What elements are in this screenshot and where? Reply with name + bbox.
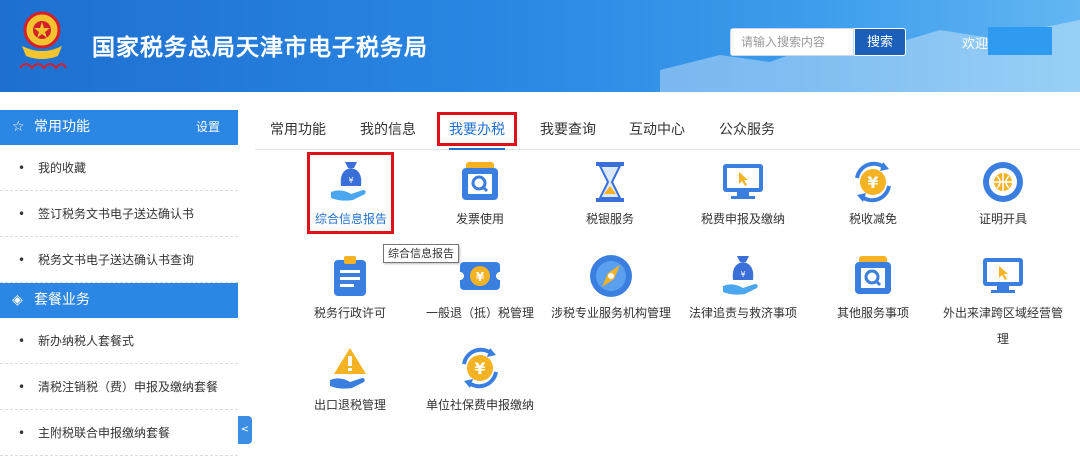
tax-emblem-logo xyxy=(19,11,67,70)
sidebar-item-label: 新办纳税人套餐式 xyxy=(38,334,135,348)
settings-link[interactable]: 设置 xyxy=(196,110,220,145)
bullet-icon: • xyxy=(18,380,26,394)
sidebar-item-confirmation-query[interactable]: • 税务文书电子送达确认书查询 xyxy=(0,237,238,283)
username-redaction xyxy=(988,27,1052,55)
active-tab-highlight xyxy=(437,112,517,146)
yuan-ticket-icon xyxy=(456,252,504,300)
sidebar-section-title: 常用功能 xyxy=(34,119,90,135)
bullet-icon: • xyxy=(18,334,26,348)
bullet-icon: • xyxy=(18,253,26,267)
tooltip: 综合信息报告 xyxy=(383,244,459,263)
tab-my-info[interactable]: 我的信息 xyxy=(360,110,416,150)
hourglass-icon xyxy=(586,158,634,206)
tab-public-service[interactable]: 公众服务 xyxy=(719,110,775,150)
yuan-cycle-icon xyxy=(456,344,504,392)
clipboard-icon xyxy=(326,252,374,300)
invoice-search-icon xyxy=(456,158,504,206)
service-label: 证明开具 xyxy=(978,212,1027,226)
money-bag-hand-icon xyxy=(719,252,767,300)
bullet-icon: • xyxy=(18,426,26,440)
globe-icon xyxy=(979,158,1027,206)
welcome-text: 欢迎 xyxy=(962,37,989,52)
service-legal-remedy[interactable]: 法律追责与救济事项 xyxy=(682,252,804,324)
service-professional-agency[interactable]: 涉税专业服务机构管理 xyxy=(546,252,676,324)
sidebar-item-label: 签订税务文书电子送达确认书 xyxy=(38,207,195,221)
sidebar-item-joint-declaration[interactable]: • 主附税联合申报缴纳套餐 xyxy=(0,410,238,456)
compass-icon xyxy=(587,252,635,300)
sidebar-item-label: 主附税联合申报缴纳套餐 xyxy=(38,426,171,440)
service-export-refund[interactable]: 出口退税管理 xyxy=(295,344,405,416)
main-tabs: 常用功能 我的信息 我要办税 我要查询 互动中心 公众服务 xyxy=(255,110,1080,150)
sidebar-collapse-handle[interactable]: < xyxy=(238,416,252,444)
sidebar-item-label: 我的收藏 xyxy=(38,161,87,175)
search-button[interactable]: 搜索 xyxy=(854,28,906,56)
sidebar-section-title: 套餐业务 xyxy=(34,292,90,308)
invoice-search-icon xyxy=(849,252,897,300)
tab-query[interactable]: 我要查询 xyxy=(540,110,596,150)
sidebar-item-deregistration[interactable]: • 清税注销税（费）申报及缴纳套餐 xyxy=(0,364,238,410)
search-input[interactable]: 请输入搜索内容 xyxy=(730,28,854,56)
bullet-icon: • xyxy=(18,207,26,221)
service-other[interactable]: 其他服务事项 xyxy=(818,252,928,324)
service-tax-declaration[interactable]: 税费申报及缴纳 xyxy=(685,158,801,230)
service-label: 发票使用 xyxy=(455,212,504,226)
service-label: 税银服务 xyxy=(585,212,634,226)
service-label: 税收减免 xyxy=(848,212,897,226)
site-title: 国家税务总局天津市电子税务局 xyxy=(92,35,428,61)
header-banner: 国家税务总局天津市电子税务局 请输入搜索内容 搜索 欢迎 xyxy=(0,0,1080,92)
sidebar: ☆ 常用功能 设置 • 我的收藏 • 签订税务文书电子送达确认书 • 税务文书电子送达确… xyxy=(0,110,238,456)
sidebar-item-label: 清税注销税（费）申报及缴纳套餐 xyxy=(38,380,219,394)
yuan-cycle-icon xyxy=(849,158,897,206)
service-highlight xyxy=(307,152,394,234)
sidebar-item-new-taxpayer[interactable]: • 新办纳税人套餐式 xyxy=(0,318,238,364)
service-label: 法律追责与救济事项 xyxy=(688,306,797,320)
service-tax-exemption[interactable]: 税收减免 xyxy=(818,158,928,230)
sidebar-item-favorites[interactable]: • 我的收藏 xyxy=(0,145,238,191)
monitor-cursor-icon xyxy=(979,252,1027,300)
service-label: 单位社保费申报缴纳 xyxy=(425,398,534,412)
sidebar-item-sign-confirmation[interactable]: • 签订税务文书电子送达确认书 xyxy=(0,191,238,237)
tab-common[interactable]: 常用功能 xyxy=(270,110,326,150)
sidebar-item-label: 税务文书电子送达确认书查询 xyxy=(38,253,195,267)
sidebar-section-packages[interactable]: ◈ 套餐业务 xyxy=(0,283,238,318)
layers-icon: ◈ xyxy=(12,292,23,308)
service-label: 出口退税管理 xyxy=(313,398,386,412)
service-label: 其他服务事项 xyxy=(836,306,909,320)
tab-interaction[interactable]: 互动中心 xyxy=(629,110,685,150)
service-tax-bank[interactable]: 税银服务 xyxy=(555,158,665,230)
service-certificate[interactable]: 证明开具 xyxy=(948,158,1058,230)
monitor-cursor-icon xyxy=(719,158,767,206)
service-label: 税务行政许可 xyxy=(313,306,386,320)
bullet-icon: • xyxy=(18,161,26,175)
star-icon: ☆ xyxy=(12,119,25,135)
service-label: 一般退（抵）税管理 xyxy=(425,306,534,320)
service-cross-region[interactable]: 外出来津跨区域经营管 理 xyxy=(938,252,1068,352)
service-label-line2: 理 xyxy=(996,332,1009,346)
warning-hand-icon xyxy=(326,344,374,392)
sidebar-section-common[interactable]: ☆ 常用功能 设置 xyxy=(0,110,238,145)
service-label: 税费申报及缴纳 xyxy=(700,212,785,226)
service-social-insurance[interactable]: 单位社保费申报缴纳 xyxy=(420,344,540,416)
service-label: 涉税专业服务机构管理 xyxy=(550,306,671,320)
service-invoice-usage[interactable]: 发票使用 xyxy=(425,158,535,230)
service-label: 外出来津跨区域经营管 xyxy=(942,306,1063,320)
